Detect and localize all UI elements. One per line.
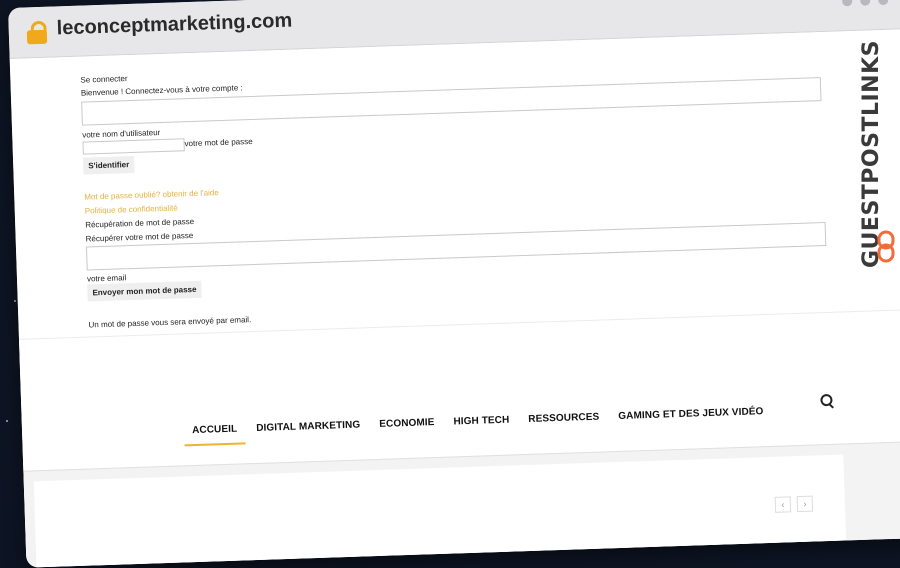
- recovery-heading: Récupération de mot de passe: [85, 216, 195, 230]
- recovery-message-box: [85, 222, 827, 271]
- email-label: votre email: [86, 273, 127, 284]
- window-dot-icon[interactable]: [860, 0, 871, 6]
- nav-item-economie[interactable]: ECONOMIE: [379, 417, 435, 440]
- login-submit-button[interactable]: S'identifier: [83, 155, 135, 175]
- window-dot-icon[interactable]: [842, 0, 853, 7]
- nav-item-digital-marketing[interactable]: DIGITAL MARKETING: [256, 420, 361, 444]
- login-heading: Se connecter: [80, 74, 128, 85]
- nav-item-ressources[interactable]: RESSOURCES: [528, 412, 600, 435]
- nav-item-gaming[interactable]: GAMING ET DES JEUX VIDÉO: [618, 406, 764, 432]
- username-input[interactable]: [82, 138, 185, 155]
- content-panel: [33, 454, 847, 568]
- link-logo-icon: [877, 230, 895, 263]
- send-password-button[interactable]: Envoyer mon mot de passe: [87, 280, 202, 302]
- username-label: votre nom d'utilisateur: [82, 128, 161, 140]
- privacy-policy-link[interactable]: Politique de confidentialité: [85, 203, 178, 215]
- window-controls: [842, 0, 889, 7]
- main-nav: ACCUEIL DIGITAL MARKETING ECONOMIE HIGH …: [192, 406, 783, 447]
- search-icon[interactable]: [820, 393, 834, 409]
- recovery-subheading: Récupérer votre mot de passe: [85, 230, 194, 244]
- password-label: votre mot de passe: [184, 136, 253, 149]
- recovery-note: Un mot de passe vous sera envoyé par ema…: [88, 315, 252, 330]
- nav-item-accueil[interactable]: ACCUEIL: [192, 424, 238, 446]
- chevron-right-icon[interactable]: ›: [796, 495, 814, 513]
- login-welcome: Bienvenue ! Connectez-vous à votre compt…: [80, 83, 243, 98]
- lock-icon: [26, 20, 48, 45]
- window-dot-icon[interactable]: [878, 0, 889, 6]
- chevron-left-icon[interactable]: ‹: [774, 496, 792, 513]
- page-content: Se connecter Bienvenue ! Connectez-vous …: [9, 28, 900, 568]
- forgot-password-link[interactable]: Mot de passe oublié? obtenir de l'aide: [84, 188, 219, 201]
- address-bar-url[interactable]: leconceptmarketing.com: [56, 10, 292, 41]
- browser-window: leconceptmarketing.com Se connecter Bien…: [8, 0, 900, 568]
- nav-item-high-tech[interactable]: HIGH TECH: [453, 415, 510, 438]
